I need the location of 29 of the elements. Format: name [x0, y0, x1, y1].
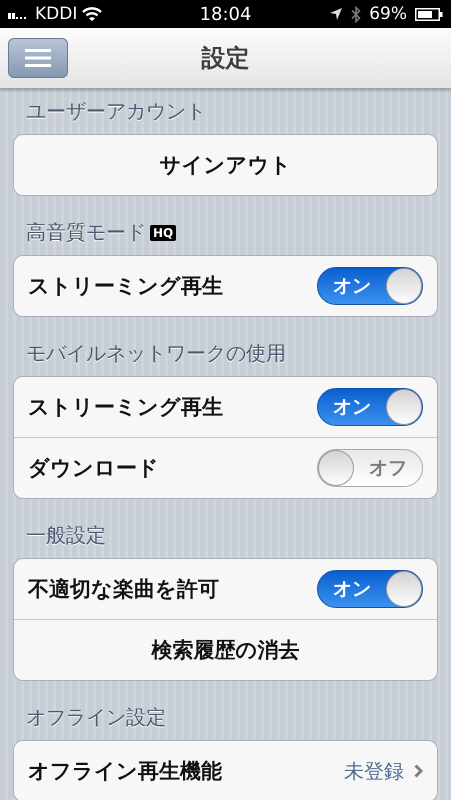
hq-badge: HQ: [150, 224, 176, 240]
toggle-switch[interactable]: オン: [317, 388, 423, 426]
section-header: オフライン設定: [26, 704, 166, 731]
section-header: 一般設定: [26, 522, 106, 549]
chevron-icon: [414, 764, 423, 778]
section-header: ユーザーアカウント: [26, 98, 206, 125]
menu-icon: [25, 48, 51, 68]
battery-percent: 69%: [369, 4, 407, 24]
toggle-switch[interactable]: オン: [317, 267, 423, 305]
setting-label: ストリーミング再生: [28, 394, 224, 421]
setting-label: ダウンロード: [28, 455, 160, 482]
toggle-switch[interactable]: オフ: [317, 449, 423, 487]
status-time: 18:04: [200, 4, 252, 24]
setting-label[interactable]: オフライン再生機能: [28, 757, 344, 785]
section-header: 高音質モード: [26, 219, 146, 246]
carrier-name: KDDI: [35, 4, 78, 24]
section-header: モバイルネットワークの使用: [26, 340, 286, 367]
location-arrow-icon: [329, 7, 344, 21]
setting-label: 不適切な楽曲を許可: [28, 576, 220, 603]
screen-title: 設定: [202, 43, 250, 74]
bluetooth-icon: [351, 6, 362, 22]
menu-button[interactable]: [8, 38, 68, 78]
setting-value: 未登録: [344, 758, 404, 784]
action-button[interactable]: 検索履歴の消去: [14, 620, 437, 680]
toggle-switch[interactable]: オン: [317, 570, 423, 608]
wifi-icon: [82, 6, 102, 22]
battery-icon: [415, 8, 443, 20]
action-button[interactable]: サインアウト: [14, 135, 437, 195]
setting-label: ストリーミング再生: [28, 273, 224, 300]
